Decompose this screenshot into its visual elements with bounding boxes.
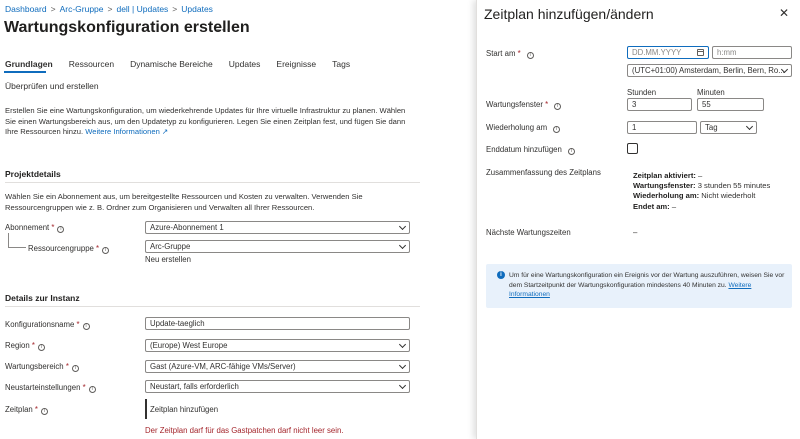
- start-date-input[interactable]: DD.MM.YYYY: [627, 46, 709, 59]
- tab-dynamische-bereiche[interactable]: Dynamische Bereiche: [130, 59, 213, 69]
- project-details-text: Wählen Sie ein Abonnement aus, um bereit…: [5, 192, 363, 212]
- breadcrumb: Dashboard > Arc-Gruppe > dell | Updates > Upda…: [5, 4, 213, 14]
- tab-grundlagen[interactable]: Grundlagen: [5, 59, 53, 69]
- schedule-summary-label: Zusammenfassung des Zeitplans: [486, 168, 601, 177]
- config-name-label: Konfigurationsname * i: [5, 320, 90, 330]
- maintenance-scope-label: Wartungsbereich * i: [5, 362, 79, 372]
- tab-bar: Grundlagen Ressourcen Dynamische Bereich…: [5, 59, 366, 69]
- external-link-icon: ↗: [159, 127, 169, 136]
- maintenance-window-label: Wartungsfenster * i: [486, 100, 562, 110]
- breadcrumb-dashboard[interactable]: Dashboard: [5, 4, 47, 14]
- resource-group-label: Ressourcengruppe * i: [28, 244, 110, 254]
- chevron-down-icon: [398, 222, 407, 231]
- info-icon[interactable]: i: [40, 408, 48, 415]
- summary-line-end: Endet am: –: [633, 202, 677, 211]
- page-title: Wartungskonfiguration erstellen: [4, 19, 250, 36]
- chevron-down-icon: [398, 381, 407, 390]
- region-select[interactable]: (Europe) West Europe: [145, 339, 410, 352]
- add-schedule-link[interactable]: Zeitplan hinzufügen: [150, 405, 218, 414]
- chevron-down-icon: [398, 340, 407, 349]
- chevron-down-icon: [745, 122, 754, 131]
- repeat-interval-input[interactable]: 1: [627, 121, 697, 134]
- info-message: Um für eine Wartungskonfiguration ein Er…: [509, 272, 785, 298]
- window-minutes-input[interactable]: 55: [697, 98, 764, 111]
- resource-group-select[interactable]: Arc-Gruppe: [145, 240, 410, 253]
- schedule-indicator-bar: [145, 399, 147, 419]
- maintenance-scope-select[interactable]: Gast (Azure-VM, ARC-fähige VMs/Server): [145, 360, 410, 373]
- chevron-right-icon: >: [107, 4, 113, 14]
- timezone-select[interactable]: (UTC+01:00) Amsterdam, Berlin, Bern, Ro.…: [627, 64, 792, 77]
- minutes-header: Minuten: [697, 88, 725, 97]
- info-icon[interactable]: i: [526, 52, 534, 59]
- intro-text: Erstellen Sie eine Wartungskonfiguration…: [5, 106, 406, 136]
- summary-line-enabled: Zeitplan aktiviert: –: [633, 171, 703, 180]
- learn-more-link[interactable]: Weitere Informationen: [85, 127, 160, 136]
- start-label: Start am * i: [486, 49, 534, 59]
- chevron-right-icon: >: [172, 4, 178, 14]
- tab-ereignisse[interactable]: Ereignisse: [276, 59, 316, 69]
- chevron-down-icon: [398, 241, 407, 250]
- breadcrumb-arc-gruppe[interactable]: Arc-Gruppe: [60, 4, 104, 14]
- subscription-label: Abonnement * i: [5, 223, 65, 233]
- breadcrumb-dell-updates[interactable]: dell | Updates: [116, 4, 168, 14]
- config-name-input[interactable]: Update-taeglich: [145, 317, 410, 330]
- calendar-icon[interactable]: [697, 49, 704, 56]
- reboot-settings-label: Neustarteinstellungen * i: [5, 383, 96, 393]
- subscription-select[interactable]: Azure-Abonnement 1: [145, 221, 410, 234]
- info-icon[interactable]: i: [37, 344, 45, 351]
- info-circle-icon: i: [497, 271, 505, 279]
- info-icon[interactable]: i: [82, 323, 90, 330]
- chevron-right-icon: >: [50, 4, 56, 14]
- region-label: Region * i: [5, 341, 45, 351]
- start-time-input[interactable]: h:mm: [712, 46, 792, 59]
- create-new-link[interactable]: Neu erstellen: [145, 255, 191, 264]
- next-maintenance-value: –: [633, 228, 638, 237]
- divider: [5, 306, 420, 307]
- divider: [5, 182, 420, 183]
- tree-connector: [8, 247, 26, 248]
- panel-title: Zeitplan hinzufügen/ändern: [484, 6, 654, 22]
- tree-connector: [8, 233, 9, 247]
- repeat-label: Wiederholung am i: [486, 123, 561, 133]
- tab-ueberpruefen-und-erstellen[interactable]: Überprüfen und erstellen: [5, 81, 99, 91]
- summary-line-repeat: Wiederholung am: Nicht wiederholt: [633, 191, 756, 200]
- info-icon[interactable]: i: [88, 386, 96, 393]
- schedule-error-message: Der Zeitplan darf für das Gastpatchen da…: [145, 426, 344, 435]
- schedule-label: Zeitplan * i: [5, 405, 48, 415]
- active-tab-indicator: [4, 71, 46, 73]
- info-icon[interactable]: i: [567, 148, 575, 155]
- window-hours-input[interactable]: 3: [627, 98, 692, 111]
- project-details-heading: Projektdetails: [5, 169, 61, 179]
- info-icon[interactable]: i: [102, 247, 110, 254]
- info-icon[interactable]: i: [554, 103, 562, 110]
- next-maintenance-label: Nächste Wartungszeiten: [486, 228, 571, 237]
- info-icon[interactable]: i: [553, 126, 561, 133]
- end-date-label: Enddatum hinzufügen i: [486, 145, 575, 155]
- tab-ressourcen[interactable]: Ressourcen: [69, 59, 114, 69]
- instance-details-heading: Details zur Instanz: [5, 293, 80, 303]
- info-icon[interactable]: i: [57, 226, 65, 233]
- tab-tags[interactable]: Tags: [332, 59, 350, 69]
- end-date-checkbox[interactable]: [627, 143, 638, 154]
- repeat-unit-select[interactable]: Tag: [700, 121, 757, 134]
- info-icon[interactable]: i: [71, 365, 79, 372]
- tab-updates[interactable]: Updates: [229, 59, 261, 69]
- chevron-down-icon: [398, 361, 407, 370]
- intro-paragraph: Erstellen Sie eine Wartungskonfiguration…: [5, 106, 410, 138]
- breadcrumb-updates[interactable]: Updates: [181, 4, 213, 14]
- close-icon[interactable]: ✕: [779, 6, 789, 20]
- more-options-icon[interactable]: ···: [216, 22, 231, 36]
- hours-header: Stunden: [627, 88, 657, 97]
- reboot-settings-select[interactable]: Neustart, falls erforderlich: [145, 380, 410, 393]
- summary-line-window: Wartungsfenster: 3 stunden 55 minutes: [633, 181, 771, 190]
